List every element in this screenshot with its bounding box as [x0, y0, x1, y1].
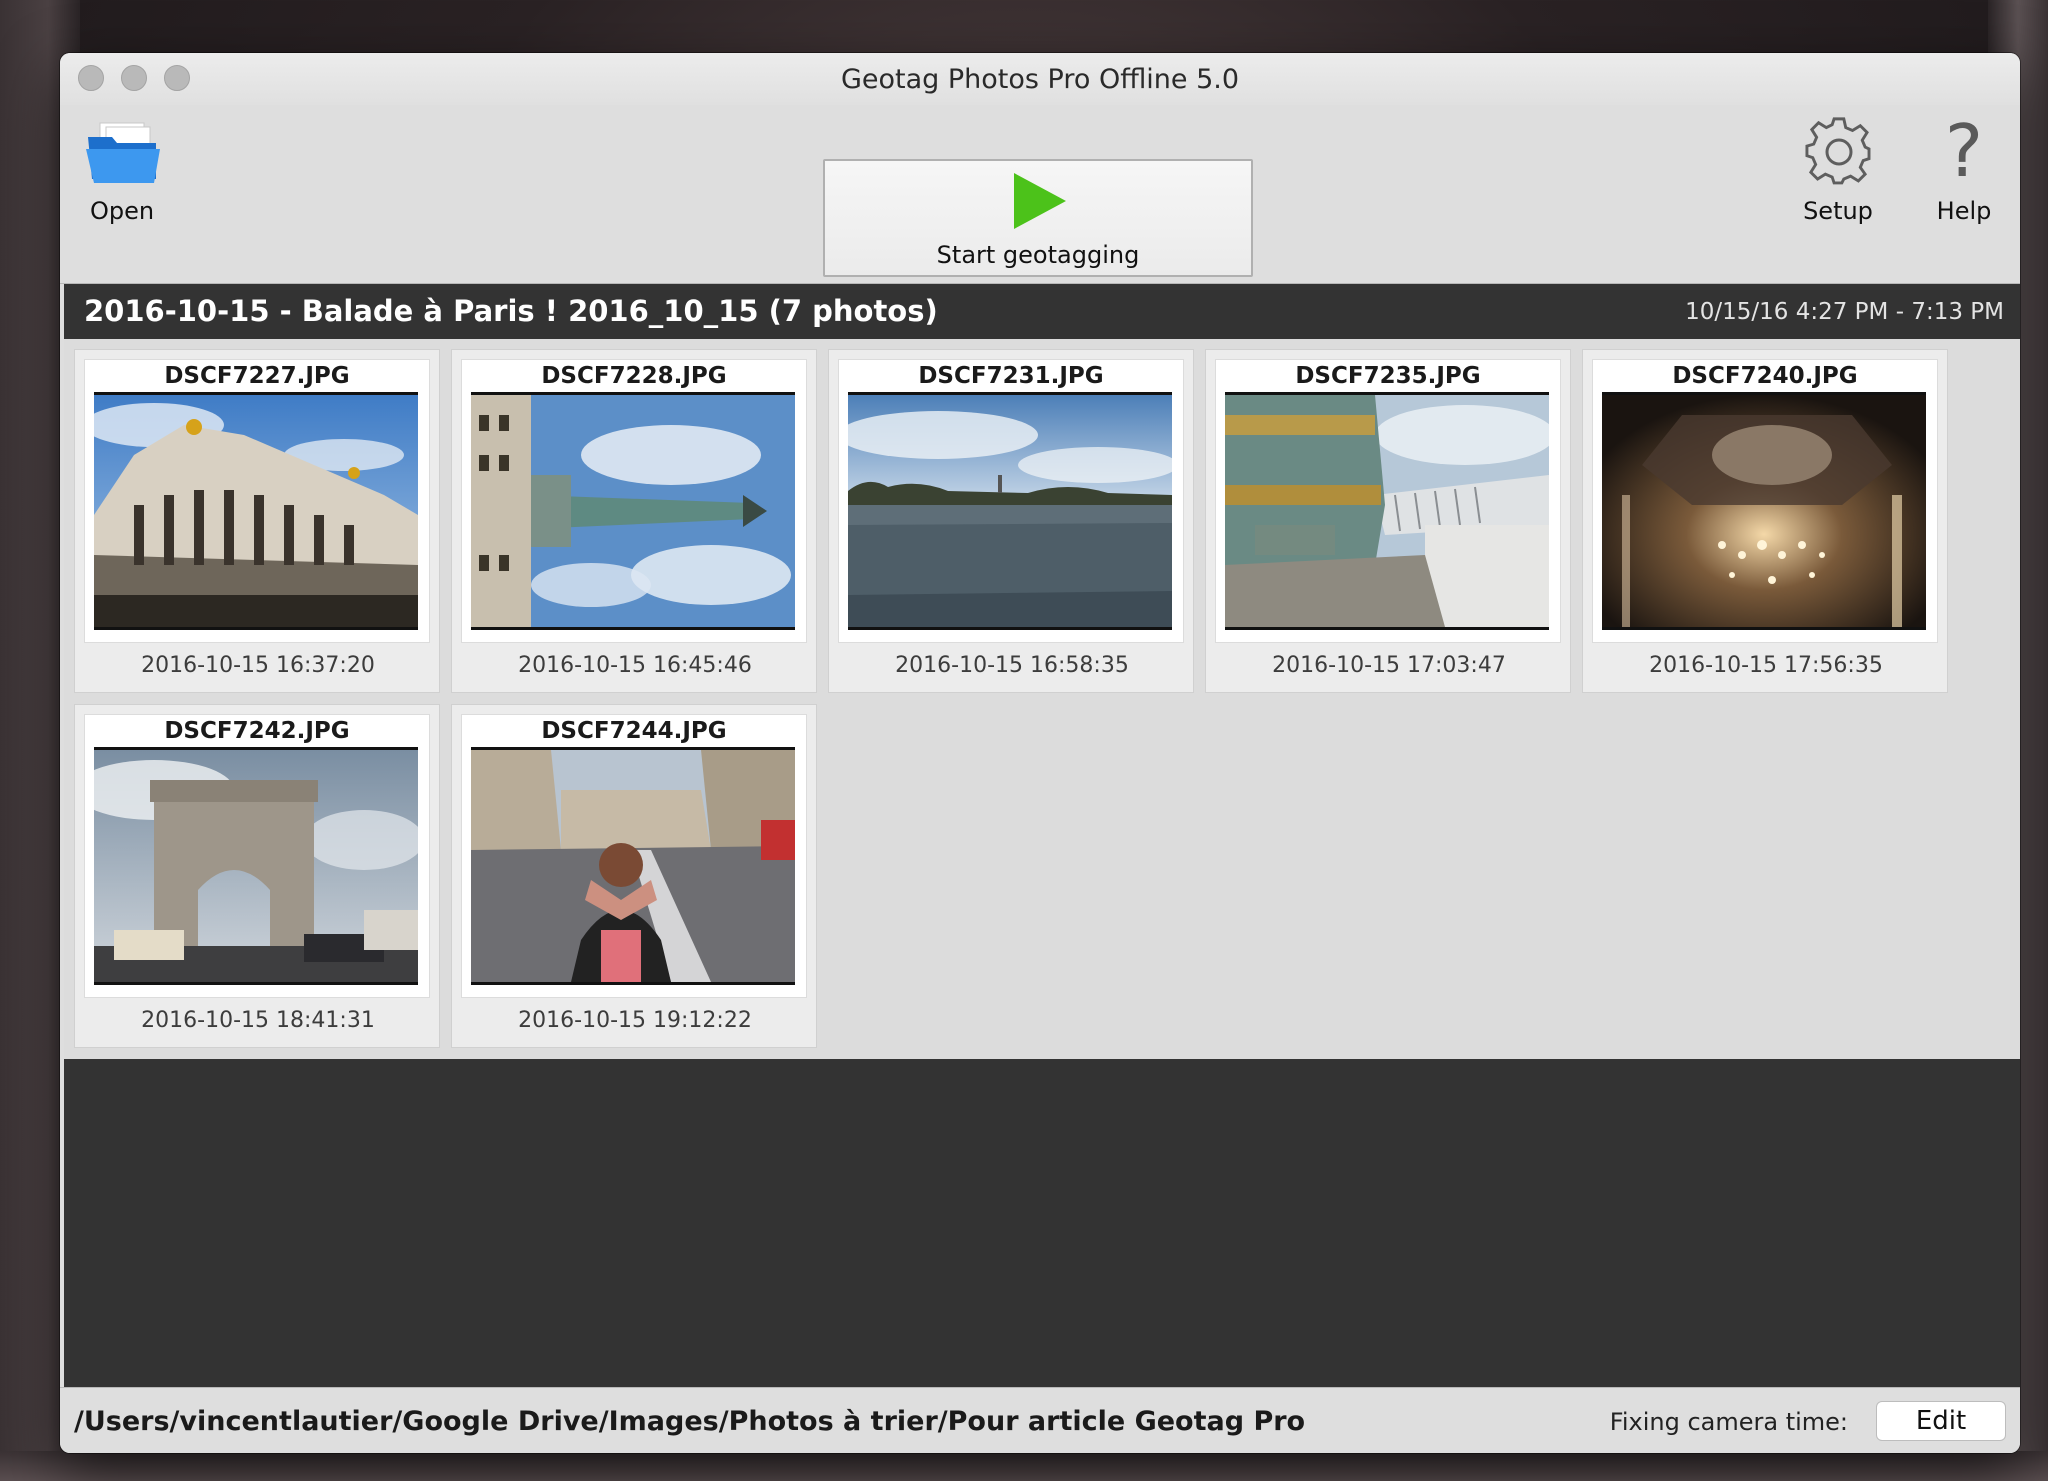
photo-tile[interactable]: DSCF7227.JPG 2016-10-15 16:37:20: [74, 349, 440, 693]
photo-card: DSCF7231.JPG: [839, 360, 1183, 642]
app-window: Geotag Photos Pro Offline 5.0 Open Start…: [60, 53, 2020, 1453]
folder-path: /Users/vincentlautier/Google Drive/Image…: [74, 1406, 1306, 1437]
help-button[interactable]: ? Help: [1916, 109, 2012, 225]
photo-thumbnail[interactable]: [94, 747, 418, 985]
photo-datetime: 2016-10-15 18:41:31: [141, 1008, 375, 1033]
photo-datetime: 2016-10-15 17:56:35: [1649, 653, 1883, 678]
photo-tile[interactable]: DSCF7244.JPG 2016-10-15 19:12:22: [451, 704, 817, 1048]
photo-card: DSCF7242.JPG: [85, 715, 429, 997]
photo-grid: DSCF7227.JPG 2016-10-15 16:37:20 DSCF722…: [64, 339, 2020, 1059]
photo-thumbnail[interactable]: [471, 747, 795, 985]
album-title: 2016-10-15 - Balade à Paris ! 2016_10_15…: [84, 294, 938, 328]
photo-datetime: 2016-10-15 19:12:22: [518, 1008, 752, 1033]
photo-datetime: 2016-10-15 16:58:35: [895, 653, 1129, 678]
photo-datetime: 2016-10-15 17:03:47: [1272, 653, 1506, 678]
photo-thumbnail[interactable]: [1602, 392, 1926, 630]
photo-filename: DSCF7235.JPG: [1295, 363, 1481, 389]
photo-tile[interactable]: DSCF7240.JPG 2016-10-15 17:56:35: [1582, 349, 1948, 693]
folder-icon: [86, 121, 162, 189]
empty-workspace: [64, 1059, 2020, 1439]
photo-tile[interactable]: DSCF7242.JPG 2016-10-15 18:41:31: [74, 704, 440, 1048]
photo-card: DSCF7235.JPG: [1216, 360, 1560, 642]
photo-card: DSCF7244.JPG: [462, 715, 806, 997]
photo-filename: DSCF7227.JPG: [164, 363, 350, 389]
photo-datetime: 2016-10-15 16:45:46: [518, 653, 752, 678]
photo-tile[interactable]: DSCF7231.JPG 2016-10-15 16:58:35: [828, 349, 1194, 693]
photo-card: DSCF7228.JPG: [462, 360, 806, 642]
gear-icon: [1804, 117, 1874, 191]
question-icon: ?: [1944, 109, 1984, 193]
fixing-camera-time-label: Fixing camera time:: [1609, 1408, 1848, 1436]
photo-thumbnail[interactable]: [94, 392, 418, 630]
photo-card: DSCF7227.JPG: [85, 360, 429, 642]
photo-card: DSCF7240.JPG: [1593, 360, 1937, 642]
photo-filename: DSCF7228.JPG: [541, 363, 727, 389]
start-geotagging-label: Start geotagging: [936, 241, 1140, 269]
status-bar: /Users/vincentlautier/Google Drive/Image…: [60, 1387, 2020, 1453]
open-label: Open: [89, 197, 155, 225]
setup-label: Setup: [1803, 197, 1873, 225]
album-time-range: 10/15/16 4:27 PM - 7:13 PM: [1685, 299, 2004, 325]
help-label: Help: [1936, 197, 1992, 225]
play-icon: [1010, 171, 1068, 235]
photo-thumbnail[interactable]: [1225, 392, 1549, 630]
edit-camera-time-button[interactable]: Edit: [1876, 1401, 2006, 1441]
photo-filename: DSCF7240.JPG: [1672, 363, 1858, 389]
photo-thumbnail[interactable]: [471, 392, 795, 630]
setup-button[interactable]: Setup: [1790, 111, 1886, 225]
photo-filename: DSCF7231.JPG: [918, 363, 1104, 389]
photo-tile[interactable]: DSCF7228.JPG 2016-10-15 16:45:46: [451, 349, 817, 693]
album-header[interactable]: 2016-10-15 - Balade à Paris ! 2016_10_15…: [64, 284, 2020, 339]
photo-filename: DSCF7242.JPG: [164, 718, 350, 744]
photo-datetime: 2016-10-15 16:37:20: [141, 653, 375, 678]
photo-tile[interactable]: DSCF7235.JPG 2016-10-15 17:03:47: [1205, 349, 1571, 693]
photo-thumbnail[interactable]: [848, 392, 1172, 630]
photo-filename: DSCF7244.JPG: [541, 718, 727, 744]
window-title: Geotag Photos Pro Offline 5.0: [840, 64, 1240, 95]
toolbar: Open Start geotagging Setup ? Help: [60, 105, 2020, 284]
open-button[interactable]: Open: [74, 111, 170, 225]
title-bar: Geotag Photos Pro Offline 5.0: [60, 53, 2020, 105]
start-geotagging-button[interactable]: Start geotagging: [823, 159, 1253, 277]
